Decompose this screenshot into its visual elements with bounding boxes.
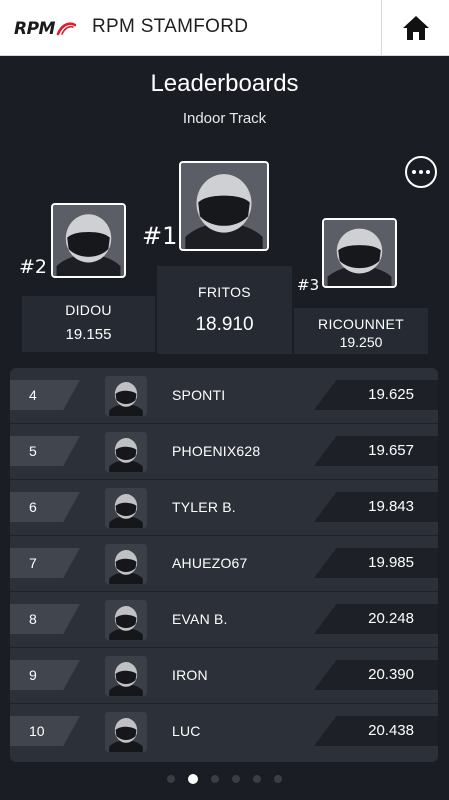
rpm-logo-text: RPM [14, 19, 55, 39]
helmet-icon [181, 163, 267, 249]
leaderboard-row[interactable]: 5 PHOENIX628 19.657 [10, 424, 438, 480]
helmet-icon [106, 656, 146, 696]
podium-card-second[interactable]: DIDOU 19.155 [22, 296, 155, 352]
top-bar: RPM RPM STAMFORD [0, 0, 449, 56]
leaderboard-row[interactable]: 4 SPONTI 19.625 [10, 368, 438, 424]
row-name: EVAN B. [172, 611, 228, 627]
podium-second-time: 19.155 [65, 326, 112, 343]
row-rank: 9 [10, 660, 80, 690]
leaderboard-row[interactable]: 6 TYLER B. 19.843 [10, 480, 438, 536]
row-rank: 7 [10, 548, 80, 578]
row-rank: 8 [10, 604, 80, 634]
page-dot-active[interactable] [188, 774, 198, 784]
podium-first-avatar[interactable] [179, 161, 269, 251]
podium-card-first[interactable]: FRITOS 18.910 [157, 266, 292, 354]
leaderboard-row[interactable]: 10 LUC 20.438 [10, 704, 438, 760]
leaderboard-row[interactable]: 8 EVAN B. 20.248 [10, 592, 438, 648]
home-icon [402, 16, 429, 40]
more-dot [426, 170, 430, 174]
more-dot [419, 170, 423, 174]
podium-third-rank: #3 [297, 276, 320, 294]
page-dot[interactable] [211, 775, 219, 783]
helmet-icon [106, 712, 146, 752]
more-options-button[interactable] [405, 156, 437, 188]
row-time: 19.843 [314, 492, 438, 522]
row-avatar [105, 600, 147, 640]
site-name: RPM STAMFORD [92, 16, 249, 37]
podium-card-third[interactable]: RICOUNNET 19.250 [294, 308, 428, 354]
row-name: LUC [172, 723, 201, 739]
row-name: AHUEZO67 [172, 555, 248, 571]
row-time: 20.438 [314, 716, 438, 746]
page-subtitle: Indoor Track [182, 110, 267, 127]
leaderboard-row[interactable]: 7 AHUEZO67 19.985 [10, 536, 438, 592]
page-dot[interactable] [253, 775, 261, 783]
row-time: 19.625 [314, 380, 438, 410]
more-dot [412, 170, 416, 174]
row-name: TYLER B. [172, 499, 236, 515]
home-button[interactable] [381, 0, 449, 56]
helmet-icon [106, 488, 146, 528]
helmet-icon [106, 432, 146, 472]
row-time: 19.657 [314, 436, 438, 466]
podium-second-name: DIDOU [65, 302, 112, 318]
row-avatar [105, 432, 147, 472]
row-avatar [105, 544, 147, 584]
row-rank: 4 [10, 380, 80, 410]
row-time: 19.985 [314, 548, 438, 578]
podium-third-avatar[interactable] [322, 218, 397, 288]
page-dot[interactable] [232, 775, 240, 783]
row-time: 20.390 [314, 660, 438, 690]
row-avatar [105, 376, 147, 416]
page-title: Leaderboards [150, 70, 299, 97]
row-rank: 5 [10, 436, 80, 466]
podium-first-name: FRITOS [198, 284, 251, 300]
podium-third-time: 19.250 [339, 334, 383, 350]
row-name: IRON [172, 667, 208, 683]
helmet-icon [53, 205, 124, 276]
leaderboard-list[interactable]: 4 SPONTI 19.625 5 PHOENIX628 19.657 6 TY… [10, 368, 438, 762]
helmet-icon [106, 376, 146, 416]
rpm-swoosh-icon [56, 22, 76, 36]
row-avatar [105, 488, 147, 528]
row-name: SPONTI [172, 387, 226, 403]
helmet-icon [106, 544, 146, 584]
helmet-icon [106, 600, 146, 640]
podium-first-time: 18.910 [195, 314, 254, 335]
page-dot[interactable] [274, 775, 282, 783]
podium-second-rank: #2 [19, 256, 48, 278]
leaderboard-row[interactable]: 9 IRON 20.390 [10, 648, 438, 704]
pagination-dots [0, 774, 449, 784]
row-rank: 6 [10, 492, 80, 522]
helmet-icon [324, 220, 395, 286]
row-avatar [105, 712, 147, 752]
row-time: 20.248 [314, 604, 438, 634]
row-rank: 10 [10, 716, 80, 746]
row-avatar [105, 656, 147, 696]
rpm-logo: RPM [14, 19, 76, 39]
podium-second-avatar[interactable] [51, 203, 126, 278]
page-dot[interactable] [167, 775, 175, 783]
brand-logo[interactable]: RPM [14, 17, 76, 41]
podium-first-rank: #1 [142, 222, 178, 250]
row-name: PHOENIX628 [172, 443, 261, 459]
podium-third-name: RICOUNNET [318, 316, 404, 332]
